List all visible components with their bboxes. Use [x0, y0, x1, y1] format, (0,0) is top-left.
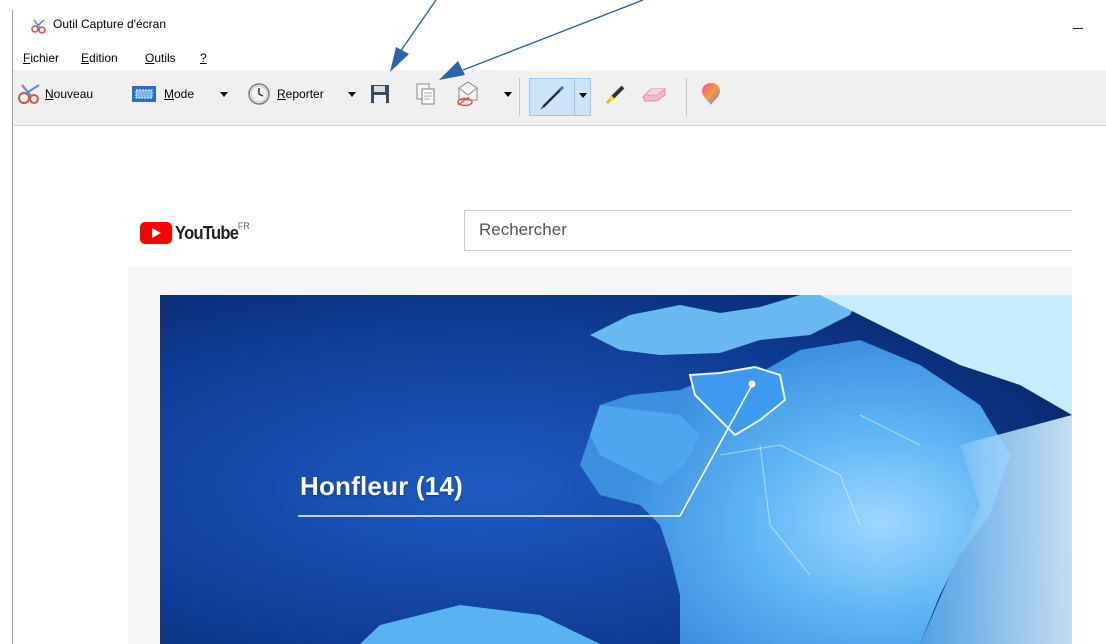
- send-email-icon: [457, 81, 478, 107]
- send-button[interactable]: [453, 81, 483, 107]
- menu-fichier-label: ichier: [30, 51, 60, 65]
- search-box[interactable]: Rechercher: [464, 210, 1072, 251]
- pen-split-divider: [574, 79, 575, 115]
- menu-edition[interactable]: Edition: [81, 51, 118, 65]
- save-floppy-icon: [371, 85, 389, 103]
- youtube-region: FR: [237, 221, 250, 231]
- mode-button[interactable]: Mode: [131, 81, 194, 107]
- delay-dropdown-arrow[interactable]: [348, 92, 356, 97]
- eraser-icon: [642, 88, 666, 102]
- delay-button-label: Reporter: [277, 87, 324, 101]
- mode-button-label: Mode: [164, 87, 195, 101]
- menu-fichier[interactable]: Fichier: [23, 51, 59, 65]
- toolbar: Nouveau Mode Reporter: [12, 70, 1106, 126]
- menu-help[interactable]: ?: [200, 51, 207, 65]
- mode-rectangle-icon: [132, 86, 156, 102]
- youtube-play-icon: [140, 222, 172, 244]
- send-dropdown-arrow[interactable]: [504, 92, 512, 97]
- menu-outils-label: utils: [154, 51, 176, 65]
- video-player[interactable]: Honfleur (14): [160, 295, 1072, 644]
- menu-bar: Fichier Edition Outils ?: [12, 46, 1106, 70]
- france-map-image: [160, 295, 1072, 644]
- paint-3d-icon: [702, 83, 720, 105]
- mode-dropdown-arrow[interactable]: [220, 92, 228, 97]
- clock-icon: [248, 83, 270, 105]
- copy-button[interactable]: [415, 81, 437, 107]
- video-caption: Honfleur (14): [300, 471, 463, 501]
- scissors-icon: [31, 19, 46, 34]
- new-button-label: Nouveau: [45, 87, 94, 101]
- new-button[interactable]: Nouveau: [17, 81, 93, 107]
- pen-button[interactable]: [529, 78, 591, 116]
- highlighter-button[interactable]: [603, 81, 629, 107]
- pen-icon: [540, 86, 564, 110]
- highlighter-icon: [605, 85, 625, 105]
- toolbar-separator: [519, 78, 520, 116]
- copy-icon: [416, 83, 435, 105]
- search-input[interactable]: Rechercher: [479, 220, 1039, 240]
- toolbar-separator-2: [686, 78, 687, 116]
- eraser-button[interactable]: [639, 81, 669, 107]
- menu-edition-accel: E: [81, 51, 90, 65]
- pen-dropdown-arrow[interactable]: [579, 93, 587, 98]
- menu-outils[interactable]: Outils: [145, 51, 176, 65]
- delay-button[interactable]: Reporter: [247, 81, 324, 107]
- save-button[interactable]: [369, 81, 391, 107]
- youtube-wordmark: YouTube: [175, 223, 239, 243]
- title-bar: Outil Capture d'écran: [12, 10, 1106, 46]
- menu-help-accel: ?: [200, 51, 207, 65]
- minimize-button[interactable]: [1065, 13, 1095, 41]
- window-title: Outil Capture d'écran: [53, 17, 167, 31]
- menu-outils-accel: O: [145, 51, 155, 65]
- scissors-icon: [18, 84, 40, 104]
- menu-edition-label: dition: [89, 51, 118, 65]
- youtube-logo[interactable]: YouTube FR: [140, 221, 250, 245]
- paint-3d-button[interactable]: [700, 81, 722, 107]
- screen: { "window": { "title": "Outil Capture d'…: [0, 0, 1106, 644]
